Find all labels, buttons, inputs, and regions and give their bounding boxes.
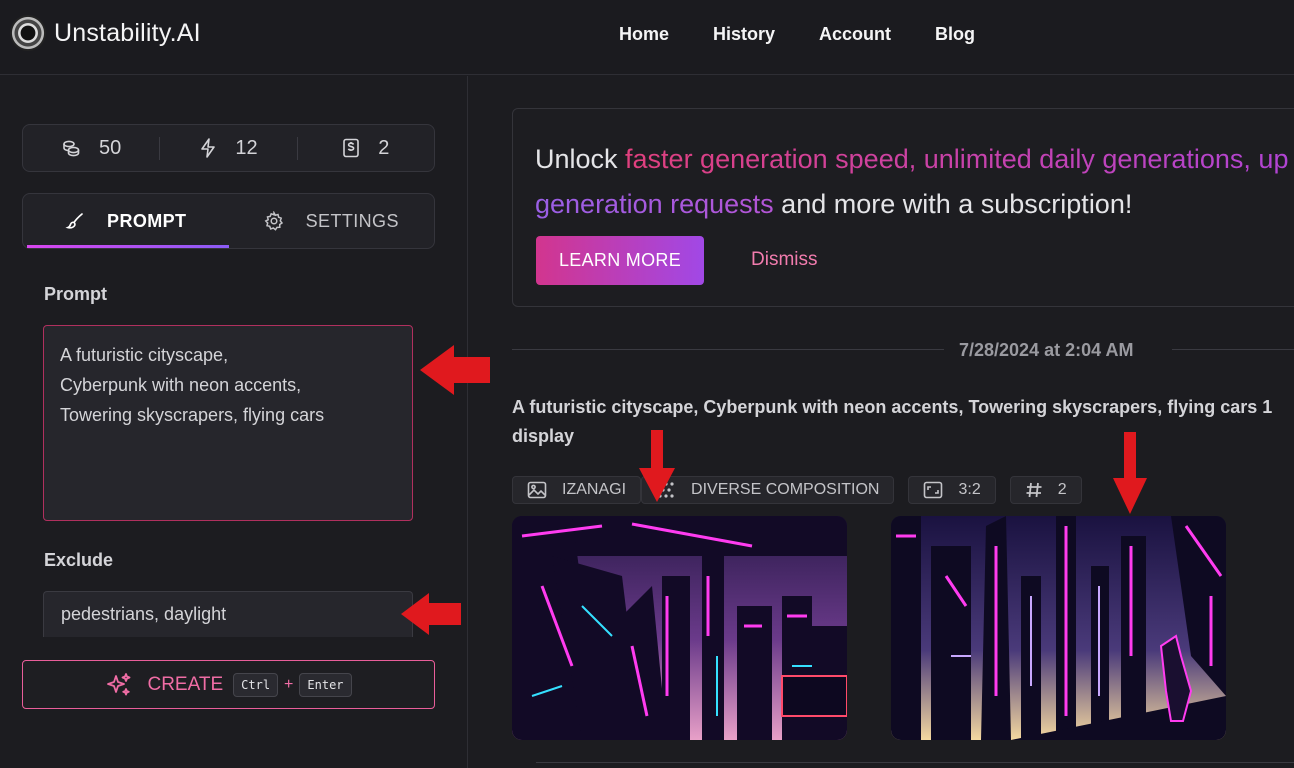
chip-model[interactable]: IZANAGI bbox=[512, 476, 642, 504]
top-header: Unstability.AI Home History Account Blog bbox=[0, 0, 1294, 75]
stat-bolt: 12 bbox=[159, 136, 296, 160]
annotation-arrow-down-1 bbox=[639, 430, 675, 502]
enter-key-hint: Enter bbox=[299, 672, 352, 697]
brand-logo[interactable]: Unstability.AI bbox=[10, 15, 201, 51]
create-button-label: CREATE bbox=[147, 673, 224, 695]
nav-blog-link[interactable]: Blog bbox=[935, 24, 975, 45]
gear-icon bbox=[264, 211, 283, 231]
coins-icon bbox=[63, 140, 80, 157]
stat-coins-value: 50 bbox=[99, 136, 122, 159]
prompt-textarea[interactable]: A futuristic cityscape, Cyberpunk with n… bbox=[43, 325, 413, 521]
aspect-ratio-icon bbox=[924, 481, 943, 499]
stat-coins: 50 bbox=[23, 137, 159, 160]
chip-aspect-ratio-label: 3:2 bbox=[958, 481, 981, 498]
nav-home-link[interactable]: Home bbox=[619, 24, 669, 45]
learn-more-button[interactable]: LEARN MORE bbox=[536, 236, 704, 285]
brush-icon bbox=[65, 213, 83, 229]
exclude-label: Exclude bbox=[44, 550, 114, 570]
annotation-arrow-left-2 bbox=[401, 593, 461, 635]
bolt-icon bbox=[201, 138, 216, 158]
tab-prompt[interactable]: PROMPT bbox=[23, 194, 229, 248]
promo-highlight-2: generation requests bbox=[535, 189, 774, 219]
subscription-banner: Unlock faster generation speed, unlimite… bbox=[512, 108, 1294, 307]
main-nav: Home History Account Blog bbox=[619, 24, 1019, 45]
hash-icon bbox=[1026, 482, 1042, 498]
nav-history-link[interactable]: History bbox=[713, 24, 775, 45]
sidebar: 50 12 2 PROMPT SETTINGS Prompt A futuris… bbox=[0, 76, 468, 768]
sparkles-icon bbox=[107, 672, 131, 695]
ctrl-key-hint: Ctrl bbox=[233, 672, 279, 697]
generated-image-1[interactable] bbox=[512, 516, 847, 740]
generation-prompt-text: A futuristic cityscape, Cyberpunk with n… bbox=[512, 397, 1273, 446]
promo-text: Unlock faster generation speed, unlimite… bbox=[535, 137, 1294, 227]
stat-bolt-value: 12 bbox=[235, 136, 258, 159]
prompt-label: Prompt bbox=[44, 284, 107, 304]
create-button[interactable]: CREATE Ctrl + Enter bbox=[22, 660, 435, 709]
tab-settings-label: SETTINGS bbox=[305, 210, 399, 231]
nav-account-link[interactable]: Account bbox=[819, 24, 891, 45]
divider-right bbox=[1172, 349, 1294, 350]
image-icon bbox=[527, 481, 547, 499]
credits-stats-bar: 50 12 2 bbox=[22, 124, 435, 172]
sidebar-tabs: PROMPT SETTINGS bbox=[22, 193, 435, 249]
stat-receipt-value: 2 bbox=[378, 136, 390, 159]
stat-receipt: 2 bbox=[296, 136, 434, 160]
divider-left bbox=[512, 349, 944, 350]
chip-aspect-ratio[interactable]: 3:2 bbox=[908, 476, 996, 504]
logo-icon bbox=[10, 15, 46, 51]
tab-prompt-label: PROMPT bbox=[107, 210, 187, 231]
cyberpunk-city-image-1 bbox=[512, 516, 847, 740]
annotation-arrow-left-1 bbox=[420, 345, 490, 395]
chip-count-label: 2 bbox=[1057, 481, 1067, 498]
tab-settings[interactable]: SETTINGS bbox=[229, 194, 435, 248]
annotation-arrow-down-2 bbox=[1113, 432, 1147, 514]
chip-composition[interactable]: DIVERSE COMPOSITION bbox=[641, 476, 895, 504]
promo-text-start: Unlock bbox=[535, 144, 626, 174]
chip-model-label: IZANAGI bbox=[562, 481, 627, 498]
generated-image-2[interactable] bbox=[891, 516, 1226, 740]
chip-composition-label: DIVERSE COMPOSITION bbox=[691, 481, 880, 498]
chip-count[interactable]: 2 bbox=[1009, 476, 1082, 504]
promo-text-end: and more with a subscription! bbox=[773, 189, 1133, 219]
generation-tags: IZANAGI DIVERSE COMPOSITION 3:2 2 bbox=[512, 476, 1096, 504]
next-entry-divider bbox=[536, 762, 1294, 763]
exclude-input[interactable]: pedestrians, daylight bbox=[43, 591, 413, 637]
shortcut-plus: + bbox=[284, 675, 294, 693]
generation-timestamp: 7/28/2024 at 2:04 AM bbox=[959, 340, 1134, 360]
dismiss-button[interactable]: Dismiss bbox=[751, 249, 818, 271]
brand-name: Unstability.AI bbox=[54, 18, 201, 47]
promo-highlight-1: faster generation speed, unlimited daily… bbox=[625, 144, 1289, 174]
receipt-dollar-icon bbox=[343, 138, 360, 158]
cyberpunk-city-image-2 bbox=[891, 516, 1226, 740]
